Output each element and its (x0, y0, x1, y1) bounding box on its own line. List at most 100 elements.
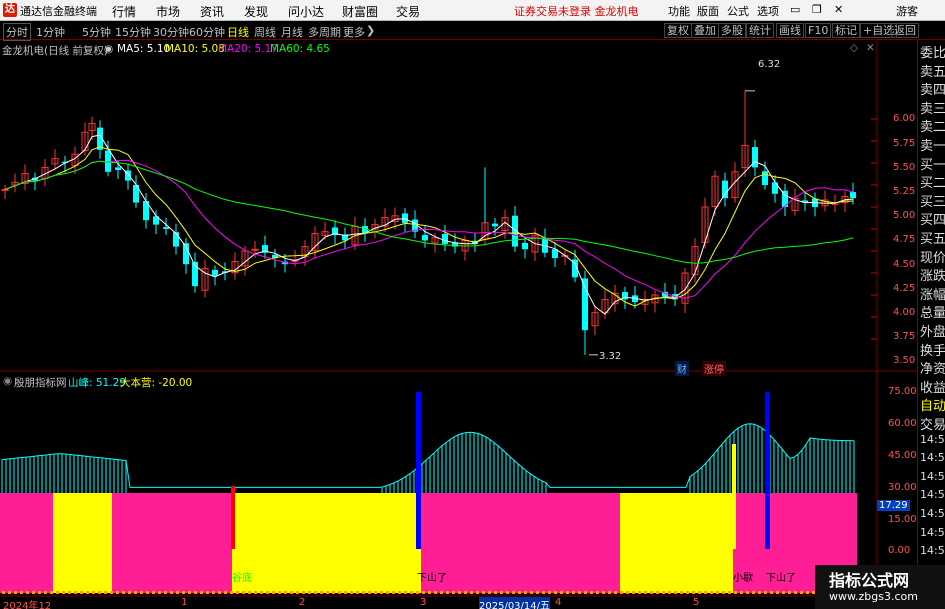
baseline-dot (542, 591, 545, 594)
zone-block (53, 493, 112, 593)
baseline-dot (662, 591, 665, 594)
candle-body (115, 167, 121, 171)
candle-body (402, 213, 408, 223)
baseline-dot (140, 591, 143, 594)
baseline-dot (398, 591, 401, 594)
side-item[interactable]: 交易 (920, 414, 945, 433)
side-item[interactable]: 卖五 (920, 61, 945, 80)
finance-tag[interactable]: 财 (675, 361, 689, 376)
baseline-dot (362, 591, 365, 594)
side-item[interactable]: 自动 (920, 395, 945, 414)
side-item[interactable]: 买三 (920, 191, 945, 210)
baseline-dot (128, 591, 131, 594)
x-cursor-date: 2025/03/14/五 (479, 597, 551, 609)
side-item[interactable]: 买五 (920, 228, 945, 247)
side-item[interactable]: 净资 (920, 358, 945, 377)
baseline-dot (308, 591, 311, 594)
side-item[interactable]: 14:56 (920, 470, 945, 483)
side-item[interactable]: 买二 (920, 172, 945, 191)
baseline-dot (116, 591, 119, 594)
baseline-dot (272, 591, 275, 594)
baseline-dot (98, 591, 101, 594)
baseline-dot (776, 591, 779, 594)
side-item[interactable]: 买一 (920, 154, 945, 173)
y-tick: 5.00 (893, 210, 916, 221)
signal-descend-bar (765, 392, 770, 549)
annotation-descend-1: 下山了 (417, 573, 447, 584)
baseline-dot (722, 591, 725, 594)
side-item[interactable]: 14:56 (920, 451, 945, 464)
baseline-dot (434, 591, 437, 594)
side-item[interactable]: 14:56 (920, 433, 945, 446)
side-item[interactable]: 14:56 (920, 488, 945, 501)
baseline-dot (410, 591, 413, 594)
candle-body (492, 223, 498, 227)
baseline-dot (44, 591, 47, 594)
side-item[interactable]: 涨幅 (920, 284, 945, 303)
baseline-dot (530, 591, 533, 594)
baseline-dot (2, 591, 5, 594)
baseline-dot (68, 591, 71, 594)
side-item[interactable]: 14:56 (920, 507, 945, 520)
baseline-dot (458, 591, 461, 594)
ind-y-tick: 30.00 (888, 482, 917, 493)
limit-up-tag[interactable]: 涨停 (702, 361, 726, 376)
baseline-dot (296, 591, 299, 594)
baseline-dot (320, 591, 323, 594)
baseline-dot (50, 591, 53, 594)
y-tick: 4.75 (893, 234, 916, 245)
baseline-dot (548, 591, 551, 594)
side-item[interactable]: 卖四 (920, 79, 945, 98)
side-item[interactable]: 14:56 (920, 526, 945, 539)
baseline-dot (242, 591, 245, 594)
side-item[interactable]: 卖一 (920, 135, 945, 154)
zone-block (620, 493, 733, 593)
candle-body (212, 269, 218, 276)
side-item[interactable]: 涨跌 (920, 265, 945, 284)
quote-side-panel: 委比 卖五 卖四 卖三 卖二 卖一 买一 买二 买三 买四 买五 现价 涨跌 涨幅 总量 外盘 换手 净资 收益 自动… (917, 40, 945, 609)
baseline-dot (170, 591, 173, 594)
side-item[interactable]: 卖三 (920, 98, 945, 117)
high-price-label: 6.32 (758, 59, 781, 70)
candle-body (163, 227, 169, 229)
side-item[interactable]: 收益 (920, 377, 945, 396)
baseline-dot (512, 591, 515, 594)
baseline-dot (788, 591, 791, 594)
indicator-value-tag: 17.29 (877, 500, 910, 511)
baseline-dot (404, 591, 407, 594)
baseline-dot (326, 591, 329, 594)
side-item[interactable]: 现价 (920, 247, 945, 266)
baseline-dot (350, 591, 353, 594)
side-item[interactable]: 14:56 (920, 544, 945, 557)
baseline-dot (422, 591, 425, 594)
x-tick: 2024年12 (3, 601, 52, 609)
baseline-dot (416, 591, 419, 594)
baseline-dot (752, 591, 755, 594)
baseline-dot (602, 591, 605, 594)
side-item[interactable]: 买四 (920, 209, 945, 228)
annotation-descend-2: 下山了 (766, 573, 796, 584)
x-tick: 5 (693, 597, 700, 608)
side-item[interactable]: 总量 (920, 302, 945, 321)
baseline-dot (194, 591, 197, 594)
kline-chart[interactable] (0, 0, 917, 609)
baseline-dot (560, 591, 563, 594)
baseline-dot (290, 591, 293, 594)
side-item[interactable]: 换手 (920, 340, 945, 359)
baseline-dot (122, 591, 125, 594)
baseline-dot (164, 591, 167, 594)
baseline-dot (728, 591, 731, 594)
baseline-dot (650, 591, 653, 594)
side-item[interactable]: 委比 (920, 42, 945, 61)
watermark: 指标公式网 www.zbgs3.com (815, 565, 945, 609)
baseline-dot (158, 591, 161, 594)
signal-rest-bar (732, 444, 736, 549)
candle-body (762, 171, 768, 185)
side-item[interactable]: 外盘 (920, 321, 945, 340)
baseline-dot (692, 591, 695, 594)
zone-block (232, 493, 421, 593)
side-item[interactable]: 卖二 (920, 116, 945, 135)
baseline-dot (80, 591, 83, 594)
candle-body (173, 232, 179, 247)
baseline-dot (224, 591, 227, 594)
